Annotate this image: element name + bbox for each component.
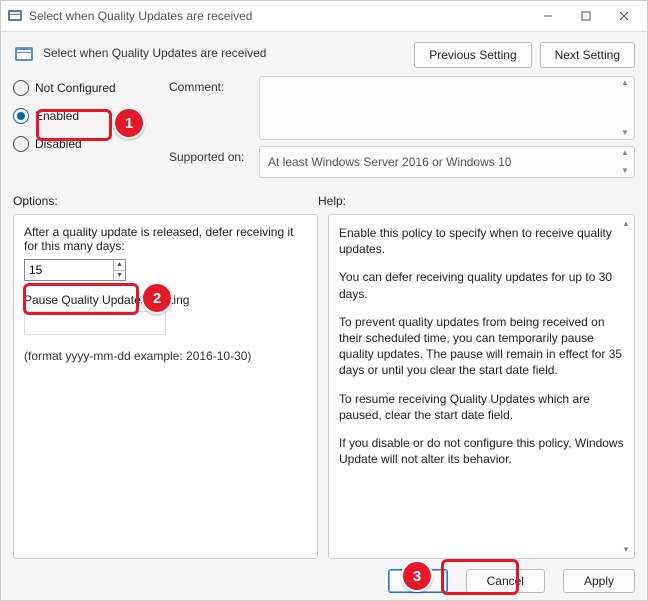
scroll-icon: ▲▼ <box>618 149 632 175</box>
radio-not-configured[interactable]: Not Configured <box>13 76 153 100</box>
options-label: Options: <box>13 194 318 208</box>
help-pane: Enable this policy to specify when to re… <box>328 214 635 559</box>
radio-label: Not Configured <box>35 81 116 95</box>
defer-days-input[interactable] <box>25 261 113 279</box>
close-button[interactable] <box>605 1 643 31</box>
dialog-content: Select when Quality Updates are received… <box>1 32 647 601</box>
pause-updates-label: Pause Quality Updates starting <box>24 293 307 307</box>
app-icon <box>7 8 23 24</box>
options-pane: After a quality update is released, defe… <box>13 214 318 559</box>
dialog-footer: OK Cancel Apply <box>13 559 635 593</box>
help-label: Help: <box>318 194 635 208</box>
radio-label: Disabled <box>35 137 82 151</box>
defer-days-label: After a quality update is released, defe… <box>24 225 307 253</box>
supported-on-field: At least Windows Server 2016 or Windows … <box>259 146 635 178</box>
radio-icon <box>13 108 29 124</box>
pause-date-input[interactable] <box>24 311 166 335</box>
radio-label: Enabled <box>35 109 79 123</box>
next-setting-button[interactable]: Next Setting <box>540 42 635 68</box>
policy-dialog: Select when Quality Updates are received… <box>0 0 648 601</box>
radio-enabled[interactable]: Enabled <box>13 104 153 128</box>
apply-button[interactable]: Apply <box>563 569 635 593</box>
chevron-down-icon[interactable]: ▼ <box>114 271 125 281</box>
minimize-button[interactable] <box>529 1 567 31</box>
help-paragraph: You can defer receiving quality updates … <box>339 269 624 301</box>
help-paragraph: To resume receiving Quality Updates whic… <box>339 391 624 423</box>
chevron-up-icon[interactable]: ▲ <box>114 260 125 271</box>
previous-setting-button[interactable]: Previous Setting <box>414 42 531 68</box>
maximize-button[interactable] <box>567 1 605 31</box>
spinner-arrows[interactable]: ▲▼ <box>113 260 125 280</box>
radio-icon <box>13 80 29 96</box>
radio-icon <box>13 136 29 152</box>
chevron-down-icon: ▼ <box>620 545 632 554</box>
chevron-up-icon: ▲ <box>620 219 632 228</box>
scroll-icon: ▲▼ <box>618 79 632 137</box>
comment-label: Comment: <box>169 76 259 94</box>
cancel-button[interactable]: Cancel <box>466 569 545 593</box>
window-title: Select when Quality Updates are received <box>29 9 252 23</box>
help-paragraph: Enable this policy to specify when to re… <box>339 225 624 257</box>
ok-button[interactable]: OK <box>388 569 447 593</box>
radio-disabled[interactable]: Disabled <box>13 132 153 156</box>
help-paragraph: To prevent quality updates from being re… <box>339 314 624 379</box>
defer-days-spinner[interactable]: ▲▼ <box>24 259 126 281</box>
supported-on-value: At least Windows Server 2016 or Windows … <box>268 155 511 169</box>
help-paragraph: If you disable or do not configure this … <box>339 435 624 467</box>
page-title: Select when Quality Updates are received <box>43 42 414 60</box>
comment-textarea[interactable]: ▲▼ <box>259 76 635 140</box>
date-format-hint: (format yyyy-mm-dd example: 2016-10-30) <box>24 349 307 363</box>
supported-label: Supported on: <box>169 146 259 164</box>
titlebar: Select when Quality Updates are received <box>1 1 647 32</box>
policy-icon <box>13 44 35 66</box>
